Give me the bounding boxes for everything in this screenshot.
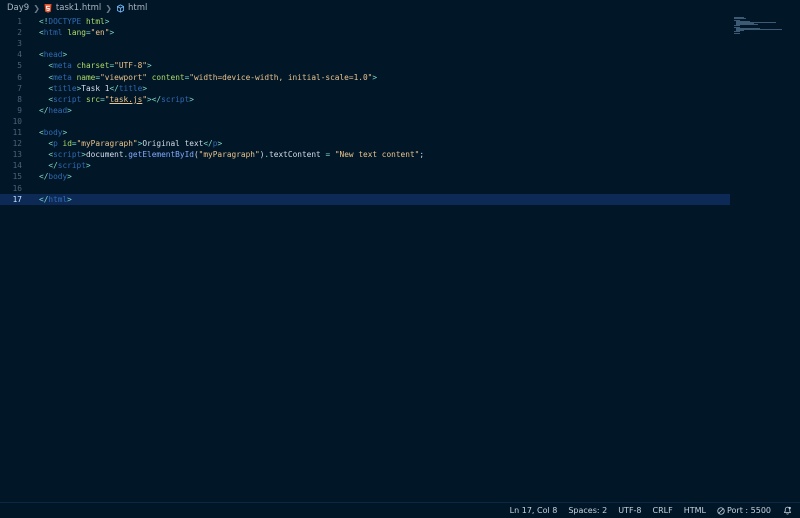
code-line[interactable]: 8 <script src="task.js"></script> <box>0 94 730 105</box>
code-line[interactable]: 3 <box>0 38 730 49</box>
code-line[interactable]: 15 </body> <box>0 171 730 182</box>
line-number: 8 <box>17 94 22 104</box>
code-text: <title>Task 1</title> <box>48 83 148 93</box>
code-text: <body> <box>39 128 68 137</box>
code-text: <script>document.getElementById("myParag… <box>48 150 425 160</box>
code-text: </body> <box>39 172 72 182</box>
code-text: <script src="task.js"></script> <box>48 94 194 104</box>
line-number: 7 <box>17 83 22 93</box>
line-number: 17 <box>12 194 22 204</box>
cube-icon <box>116 3 124 13</box>
line-number: 10 <box>12 116 22 126</box>
code-line[interactable]: 7 <title>Task 1</title> <box>0 83 730 94</box>
code-text: <html lang="en"> <box>39 28 115 38</box>
line-number: 3 <box>17 39 22 49</box>
line-number: 15 <box>12 172 22 182</box>
html5-icon <box>44 3 52 13</box>
code-line[interactable]: 10 <box>0 116 730 127</box>
code-line[interactable]: 16 <box>0 183 730 194</box>
line-number: 5 <box>17 61 22 71</box>
chevron-right-icon: ❯ <box>105 3 112 13</box>
code-line[interactable]: 12 <p id="myParagraph">Original text</p> <box>0 138 730 149</box>
breadcrumb-symbol[interactable]: html <box>128 3 147 13</box>
line-number: 2 <box>17 28 22 38</box>
code-text: <head> <box>39 50 68 60</box>
port-label: Port : 5500 <box>727 506 771 515</box>
breadcrumb-folder[interactable]: Day9 <box>7 3 29 13</box>
port-icon <box>717 506 725 515</box>
code-text: <meta charset="UTF-8"> <box>48 61 152 71</box>
code-line[interactable]: 5 <meta charset="UTF-8"> <box>0 60 730 71</box>
line-number: 13 <box>12 150 22 160</box>
code-line[interactable]: 11 <body> <box>0 127 730 138</box>
status-bar: Ln 17, Col 8 Spaces: 2 UTF-8 CRLF HTML P… <box>0 502 800 518</box>
code-text: <p id="myParagraph">Original text</p> <box>48 139 223 149</box>
code-line[interactable]: 13 <script>document.getElementById("myPa… <box>0 149 730 160</box>
code-text: </head> <box>39 105 72 115</box>
code-line[interactable]: 9 </head> <box>0 105 730 116</box>
cursor-position[interactable]: Ln 17, Col 8 <box>510 506 558 515</box>
bell-icon[interactable] <box>783 506 792 515</box>
line-number: 1 <box>17 17 22 26</box>
indentation-setting[interactable]: Spaces: 2 <box>568 506 607 515</box>
line-number: 6 <box>17 72 22 82</box>
encoding-selector[interactable]: UTF-8 <box>618 506 641 515</box>
code-text: <!DOCTYPE html> <box>39 17 110 26</box>
code-text: </script> <box>48 161 91 171</box>
line-number: 9 <box>17 105 22 115</box>
live-server-port[interactable]: Port : 5500 <box>717 506 771 515</box>
line-number: 16 <box>12 183 22 193</box>
eol-selector[interactable]: CRLF <box>653 506 673 515</box>
line-number: 4 <box>17 50 22 60</box>
line-number: 12 <box>12 139 22 149</box>
code-text: <meta name="viewport" content="width=dev… <box>48 72 378 82</box>
code-text: </html> <box>39 194 72 204</box>
code-line[interactable]: 2 <html lang="en"> <box>0 27 730 38</box>
code-line[interactable]: 4 <head> <box>0 49 730 60</box>
breadcrumb-file[interactable]: task1.html <box>56 3 101 13</box>
line-number: 14 <box>12 161 22 171</box>
breadcrumb: Day9 ❯ task1.html ❯ html <box>0 0 800 16</box>
chevron-right-icon: ❯ <box>33 3 40 13</box>
code-editor[interactable]: 1 <!DOCTYPE html> 2 <html lang="en"> 3 4 <head… <box>0 16 800 502</box>
code-line[interactable]: 17 </html> <box>0 193 730 205</box>
language-mode[interactable]: HTML <box>684 506 706 515</box>
code-line[interactable]: 1 <!DOCTYPE html> <box>0 16 730 27</box>
code-line[interactable]: 14 </script> <box>0 160 730 171</box>
minimap[interactable] <box>732 16 787 36</box>
line-number: 11 <box>12 128 22 137</box>
code-line[interactable]: 6 <meta name="viewport" content="width=d… <box>0 72 730 83</box>
